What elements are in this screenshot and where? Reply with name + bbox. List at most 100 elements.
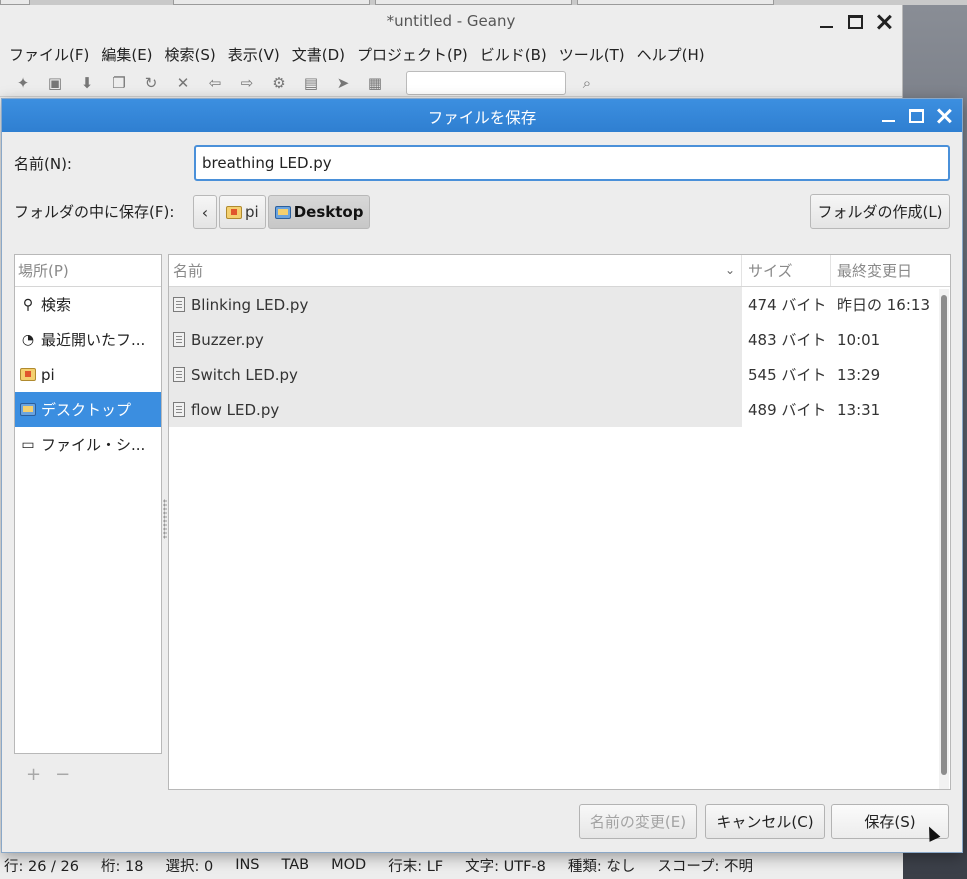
menu-project[interactable]: プロジェクト(P) [351,44,474,65]
desktop-folder-icon [20,403,36,416]
status-scope: スコープ: 不明 [657,858,754,875]
close-file-icon[interactable]: ✕ [172,73,194,93]
place-item-desktop[interactable]: デスクトップ [15,392,161,427]
table-row[interactable]: flow LED.py 489 バイト 13:31 [169,392,950,427]
column-header-size[interactable]: サイズ [742,255,831,286]
build-icon[interactable]: ▤ [300,73,322,93]
file-list-scrollbar[interactable] [939,289,949,789]
place-item-filesystem[interactable]: ▭ ファイル・シ... [15,427,161,462]
home-folder-icon [20,368,36,381]
menu-document[interactable]: 文書(D) [286,44,351,65]
status-line: 行: 26 / 26 [4,858,79,875]
remove-place-button[interactable]: − [55,764,70,785]
place-item-home[interactable]: pi [15,357,161,392]
save-file-dialog: ファイルを保存 名前(N): フォルダの中に保存(F): ‹ pi Deskto… [1,98,963,853]
column-header-date[interactable]: 最終変更日 [831,255,950,286]
path-label-pi: pi [245,203,259,221]
table-row[interactable]: Buzzer.py 483 バイト 10:01 [169,322,950,357]
place-item-recent[interactable]: ◔ 最近開いたフ... [15,322,161,357]
path-label-desktop: Desktop [293,203,364,221]
dialog-window-controls [879,107,954,125]
file-list: 名前 ⌄ サイズ 最終変更日 Blinking LED.py 474 バイト 昨… [168,254,951,790]
menu-file[interactable]: ファイル(F) [3,44,95,65]
place-label: デスクトップ [41,401,132,419]
maximize-icon[interactable] [846,13,865,31]
file-size: 545 バイト [748,366,827,384]
file-size: 489 バイト [748,401,827,419]
table-row[interactable]: Switch LED.py 545 バイト 13:29 [169,357,950,392]
status-modified: MOD [331,857,367,873]
file-date: 13:31 [837,400,881,419]
file-size: 483 バイト [748,331,827,349]
menu-tools[interactable]: ツール(T) [553,44,631,65]
place-label: pi [41,365,55,384]
minimize-icon[interactable] [817,13,836,31]
create-folder-button[interactable]: フォルダの作成(L) [810,194,950,229]
geany-menubar: ファイル(F) 編集(E) 検索(S) 表示(V) 文書(D) プロジェクト(P… [0,39,902,69]
path-button-desktop[interactable]: Desktop [267,195,371,229]
place-item-search[interactable]: ⚲ 検索 [15,287,161,322]
path-button-pi[interactable]: pi [219,195,266,229]
scrollbar-thumb[interactable] [941,295,947,775]
recent-icon: ◔ [21,331,35,348]
close-icon[interactable] [875,13,894,31]
filename-input[interactable] [194,145,950,181]
rename-button[interactable]: 名前の変更(E) [579,804,697,839]
compile-icon[interactable]: ⚙ [268,73,290,93]
desktop-folder-icon [274,205,291,219]
minimize-icon[interactable] [879,107,898,125]
reload-icon[interactable]: ↻ [140,73,162,93]
dialog-titlebar: ファイルを保存 [2,99,962,132]
dialog-title: ファイルを保存 [427,109,537,127]
filename-label: 名前(N): [14,154,72,173]
open-file-icon[interactable]: ▣ [44,73,66,93]
menu-search[interactable]: 検索(S) [159,44,222,65]
drive-icon: ▭ [21,436,35,453]
save-folder-row: フォルダの中に保存(F): ‹ pi Desktop フォルダの作成(L) [14,192,950,230]
close-icon[interactable] [935,107,954,125]
menu-help[interactable]: ヘルプ(H) [631,44,711,65]
table-row[interactable]: Blinking LED.py 474 バイト 昨日の 16:13 [169,287,950,322]
file-date: 10:01 [837,330,881,349]
save-all-icon[interactable]: ❐ [108,73,130,93]
maximize-icon[interactable] [907,107,926,125]
menu-edit[interactable]: 編集(E) [95,44,158,65]
filename-row: 名前(N): [14,145,950,181]
status-encoding: 文字: UTF-8 [465,858,546,875]
file-name: Buzzer.py [191,330,264,349]
path-back-button[interactable]: ‹ [193,195,217,229]
add-place-button[interactable]: + [26,764,41,785]
menu-view[interactable]: 表示(V) [222,44,286,65]
status-filetype: 種類: なし [567,858,636,875]
column-header-name[interactable]: 名前 ⌄ [169,255,742,286]
forward-icon[interactable]: ⇨ [236,73,258,93]
pane-resize-handle[interactable] [163,499,167,539]
cancel-button[interactable]: キャンセル(C) [705,804,825,839]
new-file-icon[interactable]: ✦ [12,73,34,93]
path-bar: ‹ pi Desktop [193,195,371,229]
file-name: flow LED.py [191,400,280,419]
run-icon[interactable]: ➤ [332,73,354,93]
place-label: ファイル・シ... [41,436,146,454]
save-icon[interactable]: ⬇ [76,73,98,93]
find-icon[interactable]: ⌕ [576,73,598,93]
status-indent: TAB [281,857,310,873]
save-folder-label: フォルダの中に保存(F): [14,202,175,221]
file-name: Switch LED.py [191,365,298,384]
text-file-icon [173,332,185,347]
places-sidebar: 場所(P) ⚲ 検索 ◔ 最近開いたフ... pi デスクトップ ▭ ファイル・… [14,254,162,754]
file-name: Blinking LED.py [191,295,309,314]
geany-toolbar: ✦ ▣ ⬇ ❐ ↻ ✕ ⇦ ⇨ ⚙ ▤ ➤ ▦ ⌕ [0,69,902,97]
geany-window-controls [817,13,894,31]
toolbar-search-input[interactable] [406,70,566,95]
search-icon: ⚲ [22,296,34,313]
back-icon[interactable]: ⇦ [204,73,226,93]
color-chooser-icon[interactable]: ▦ [364,73,386,93]
status-insert-mode: INS [235,857,260,873]
menu-build[interactable]: ビルド(B) [474,44,553,65]
place-label: 検索 [41,296,72,314]
status-line-ending: 行末: LF [388,858,444,875]
text-file-icon [173,297,185,312]
column-name-label: 名前 [173,262,204,280]
file-date: 昨日の 16:13 [837,296,930,314]
